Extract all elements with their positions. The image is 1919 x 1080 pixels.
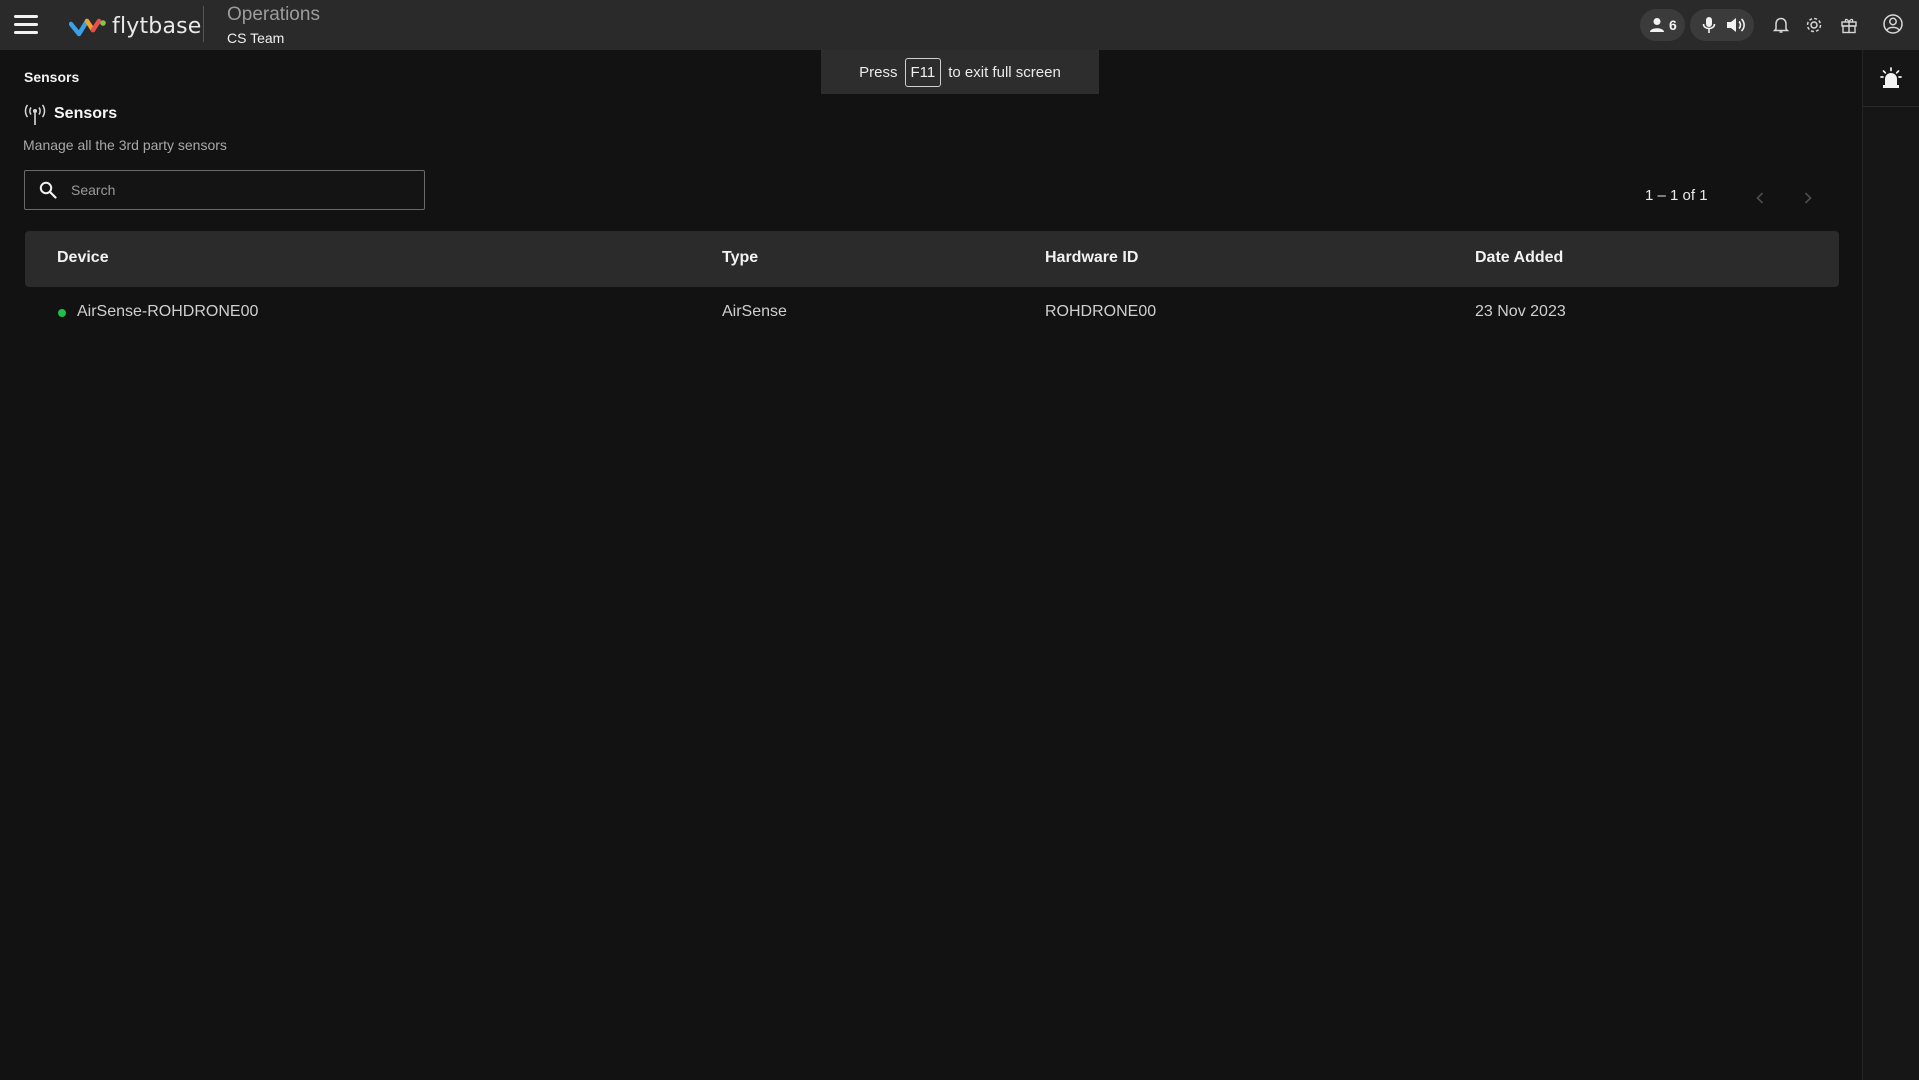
page-header: Sensors — [22, 102, 117, 126]
cell-date-added: 23 Nov 2023 — [1475, 303, 1566, 320]
alarm-icon — [1880, 67, 1902, 88]
gift-icon[interactable] — [1838, 14, 1860, 36]
workspace-team: CS Team — [227, 30, 285, 46]
column-header-date-added[interactable]: Date Added — [1475, 249, 1563, 267]
fullscreen-toast: Press F11 to exit full screen — [821, 50, 1099, 94]
page-title: Sensors — [54, 105, 118, 122]
online-users-count: 6 — [1669, 17, 1677, 33]
cell-hardware-id: ROHDRONE00 — [1045, 303, 1157, 320]
status-dot — [58, 309, 66, 317]
user-icon — [1650, 18, 1664, 32]
online-users-button[interactable]: 6 — [1640, 9, 1685, 41]
audio-controls — [1690, 9, 1754, 41]
speaker-icon[interactable] — [1726, 16, 1746, 34]
workspace-title: Operations — [227, 4, 320, 25]
header-divider — [203, 6, 204, 42]
microphone-icon[interactable] — [1702, 16, 1716, 34]
toast-suffix: to exit full screen — [948, 63, 1061, 81]
toast-key: F11 — [904, 57, 942, 87]
pagination-range: 1 – 1 of 1 — [1645, 187, 1708, 204]
flytbase-logo[interactable]: flytbase — [69, 13, 202, 39]
column-header-hardware-id[interactable]: Hardware ID — [1045, 249, 1138, 267]
chevron-right-icon — [1804, 192, 1812, 204]
column-header-device[interactable]: Device — [57, 249, 109, 267]
alarm-button[interactable] — [1863, 50, 1919, 107]
antenna-icon — [24, 104, 46, 125]
gear-icon[interactable] — [1803, 14, 1825, 36]
chevron-left-icon — [1756, 192, 1764, 204]
page-description: Manage all the 3rd party sensors — [23, 137, 227, 153]
top-bar: flytbase Operations CS Team 6 — [0, 0, 1919, 50]
cell-device: AirSense-ROHDRONE00 — [77, 303, 259, 320]
logo-text: flytbase — [112, 13, 202, 39]
account-icon[interactable] — [1882, 13, 1904, 35]
bell-icon[interactable] — [1770, 14, 1792, 36]
toast-prefix: Press — [859, 63, 898, 81]
column-header-type[interactable]: Type — [722, 249, 758, 267]
breadcrumb[interactable]: Sensors — [24, 69, 79, 85]
search-input[interactable] — [69, 181, 389, 199]
cell-type: AirSense — [722, 303, 787, 320]
table-header: Device Type Hardware ID Date Added — [25, 231, 1839, 287]
sensors-table: Device Type Hardware ID Date Added — [25, 231, 1839, 287]
previous-page-button[interactable] — [1750, 188, 1770, 208]
search-box[interactable] — [24, 170, 425, 210]
right-rail — [1862, 50, 1919, 1080]
logo-mark-icon — [69, 18, 106, 37]
workspace-switcher[interactable]: Operations CS Team — [227, 4, 320, 48]
menu-icon[interactable] — [14, 15, 38, 35]
next-page-button[interactable] — [1798, 188, 1818, 208]
search-icon — [39, 181, 57, 199]
